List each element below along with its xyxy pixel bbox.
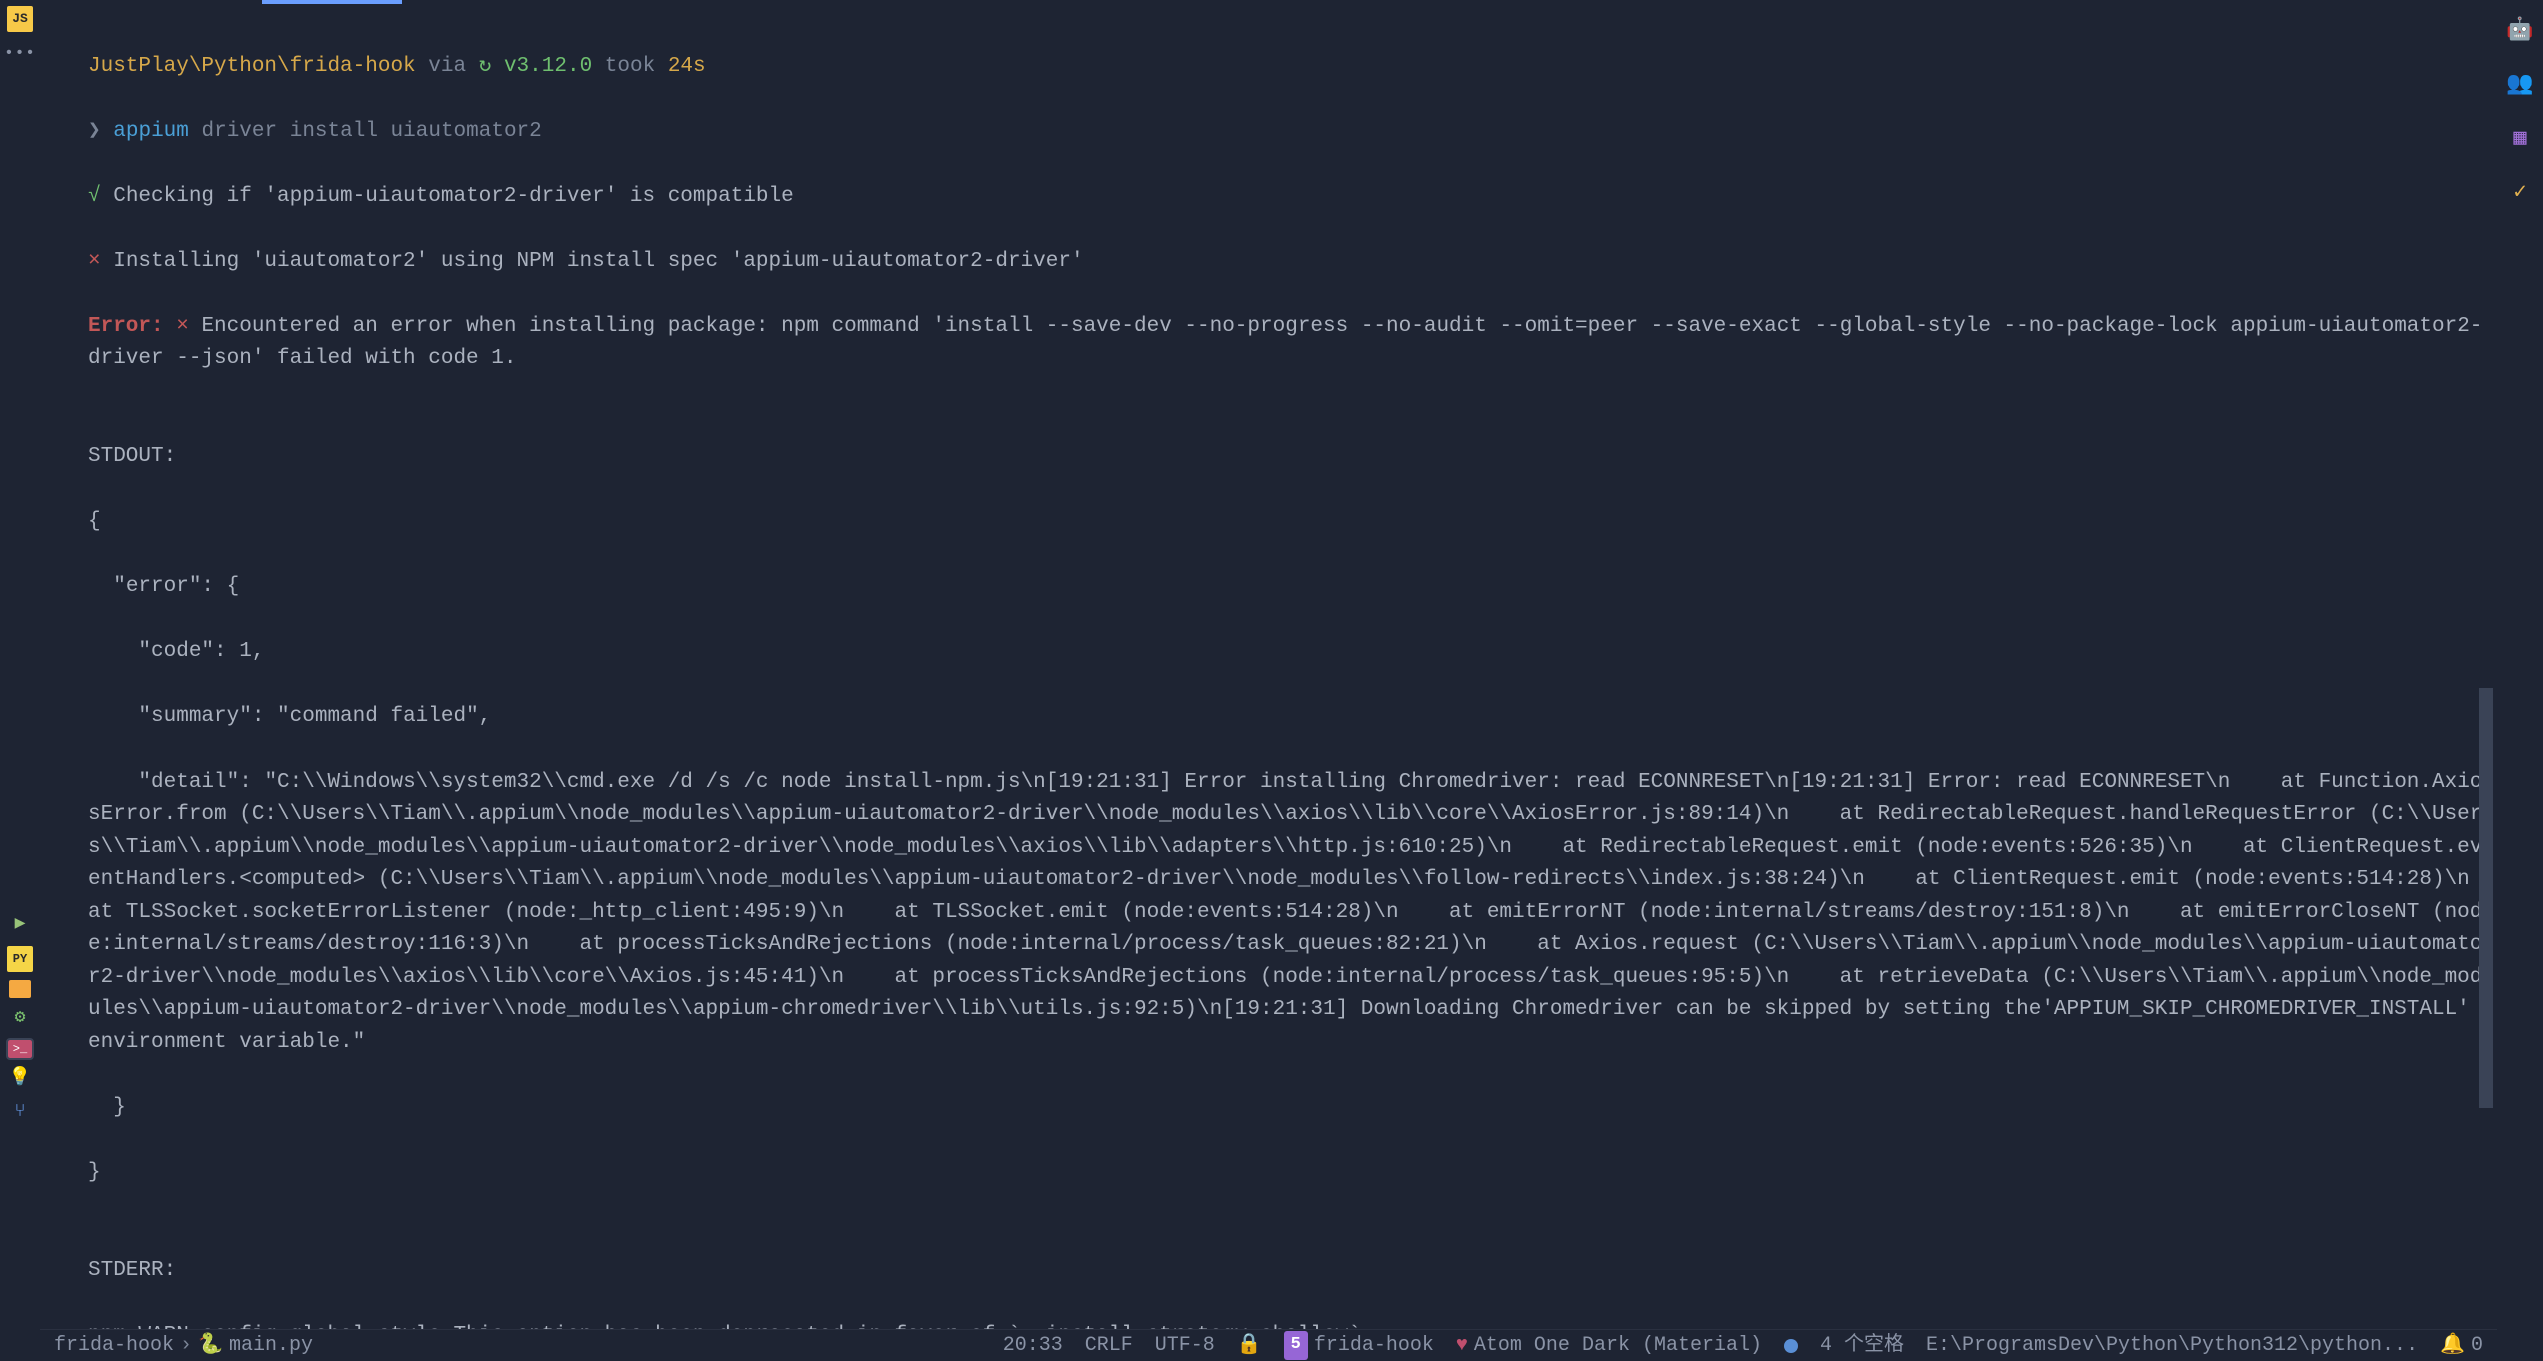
indentation[interactable]: 4 个空格: [1820, 1330, 1904, 1361]
prompt-version: v3.12.0: [504, 55, 592, 78]
prompt-took-value: 24s: [668, 55, 706, 78]
line-ending[interactable]: CRLF: [1085, 1330, 1133, 1361]
notifications[interactable]: 🔔 0: [2440, 1330, 2483, 1361]
todo-check-icon[interactable]: ✓: [2513, 176, 2526, 210]
json-line: "code": 1,: [88, 636, 2483, 669]
terminal-icon[interactable]: >_: [8, 1040, 32, 1058]
breadcrumb-root: frida-hook: [54, 1330, 174, 1361]
command-exe: appium: [113, 120, 189, 143]
branch-name: frida-hook: [1314, 1330, 1434, 1361]
error-x: ×: [164, 315, 202, 338]
json-line: {: [88, 506, 2483, 539]
editor-main: JustPlay\Python\frida-hook via ↻ v3.12.0…: [40, 0, 2497, 1361]
stdout-label: STDOUT:: [88, 441, 2483, 474]
folder-icon[interactable]: [9, 980, 31, 998]
check-compat-line: Checking if 'appium-uiautomator2-driver'…: [101, 185, 794, 208]
copilot-icon[interactable]: 👥: [2506, 68, 2533, 102]
git-branch-status[interactable]: 5 frida-hook: [1284, 1330, 1434, 1361]
prompt-path: JustPlay\Python\frida-hook: [88, 55, 416, 78]
error-label: Error:: [88, 315, 164, 338]
git-branch-icon[interactable]: ⑂: [7, 1100, 33, 1126]
activity-bar: JS ••• ▶ PY ⚙ >_ 💡 ⑂: [0, 0, 40, 1361]
python-interpreter[interactable]: E:\ProgramsDev\Python\Python312\python..…: [1926, 1330, 2418, 1361]
lock-icon[interactable]: 🔒: [1237, 1330, 1262, 1361]
prompt-took-label: took: [605, 55, 655, 78]
json-line: }: [88, 1092, 2483, 1125]
more-icon[interactable]: •••: [7, 40, 33, 66]
notification-count: 0: [2471, 1330, 2483, 1361]
theme-name: Atom One Dark (Material): [1474, 1330, 1762, 1361]
tab-strip: [40, 0, 2497, 8]
json-line: "summary": "command failed",: [88, 701, 2483, 734]
prompt-caret: ❯: [88, 120, 101, 143]
prompt-via: via: [428, 55, 466, 78]
breadcrumb[interactable]: frida-hook › 🐍 main.py: [54, 1330, 313, 1361]
stderr-label: STDERR:: [88, 1255, 2483, 1288]
python-file-icon: 🐍: [198, 1330, 223, 1361]
reload-icon: ↻: [479, 55, 492, 78]
sync-dot-icon: [1784, 1339, 1798, 1353]
json-line: }: [88, 1157, 2483, 1190]
app-logo-icon[interactable]: JS: [7, 6, 33, 32]
terminal-scrollbar[interactable]: [2479, 688, 2493, 1108]
color-theme[interactable]: ♥ Atom One Dark (Material): [1456, 1330, 1762, 1361]
json-detail-line: "detail": "C:\\Windows\\system32\\cmd.ex…: [88, 767, 2483, 1060]
json-line: "error": {: [88, 571, 2483, 604]
bell-icon: 🔔: [2440, 1330, 2465, 1361]
sync-status[interactable]: [1784, 1339, 1798, 1353]
cursor-position[interactable]: 20:33: [1003, 1330, 1063, 1361]
x-mark-icon: ×: [88, 250, 101, 273]
installing-line: Installing 'uiautomator2' using NPM inst…: [101, 250, 1084, 273]
terminal-panel[interactable]: JustPlay\Python\frida-hook via ↻ v3.12.0…: [40, 8, 2497, 1329]
python-icon[interactable]: PY: [7, 946, 33, 972]
database-grid-icon[interactable]: ▦: [2513, 122, 2526, 156]
encoding[interactable]: UTF-8: [1155, 1330, 1215, 1361]
settings-gear-icon[interactable]: ⚙: [7, 1006, 33, 1032]
right-tool-rail: 🤖 👥 ▦ ✓: [2497, 0, 2543, 1361]
check-mark-icon: √: [88, 185, 101, 208]
error-message: Encountered an error when installing pac…: [88, 315, 2482, 371]
stderr-line: npm WARN config global-style This option…: [88, 1320, 2483, 1329]
chevron-right-icon: ›: [180, 1330, 192, 1361]
command-args: driver install uiautomator2: [202, 120, 542, 143]
active-tab-indicator: [262, 0, 402, 4]
heart-icon: ♥: [1456, 1330, 1468, 1361]
status-bar: frida-hook › 🐍 main.py 20:33 CRLF UTF-8 …: [40, 1329, 2497, 1361]
tips-bulb-icon[interactable]: 💡: [7, 1066, 33, 1092]
branch-badge: 5: [1284, 1331, 1308, 1359]
run-icon[interactable]: ▶: [7, 912, 33, 938]
assistant-icon[interactable]: 🤖: [2506, 14, 2533, 48]
breadcrumb-file: main.py: [229, 1330, 313, 1361]
